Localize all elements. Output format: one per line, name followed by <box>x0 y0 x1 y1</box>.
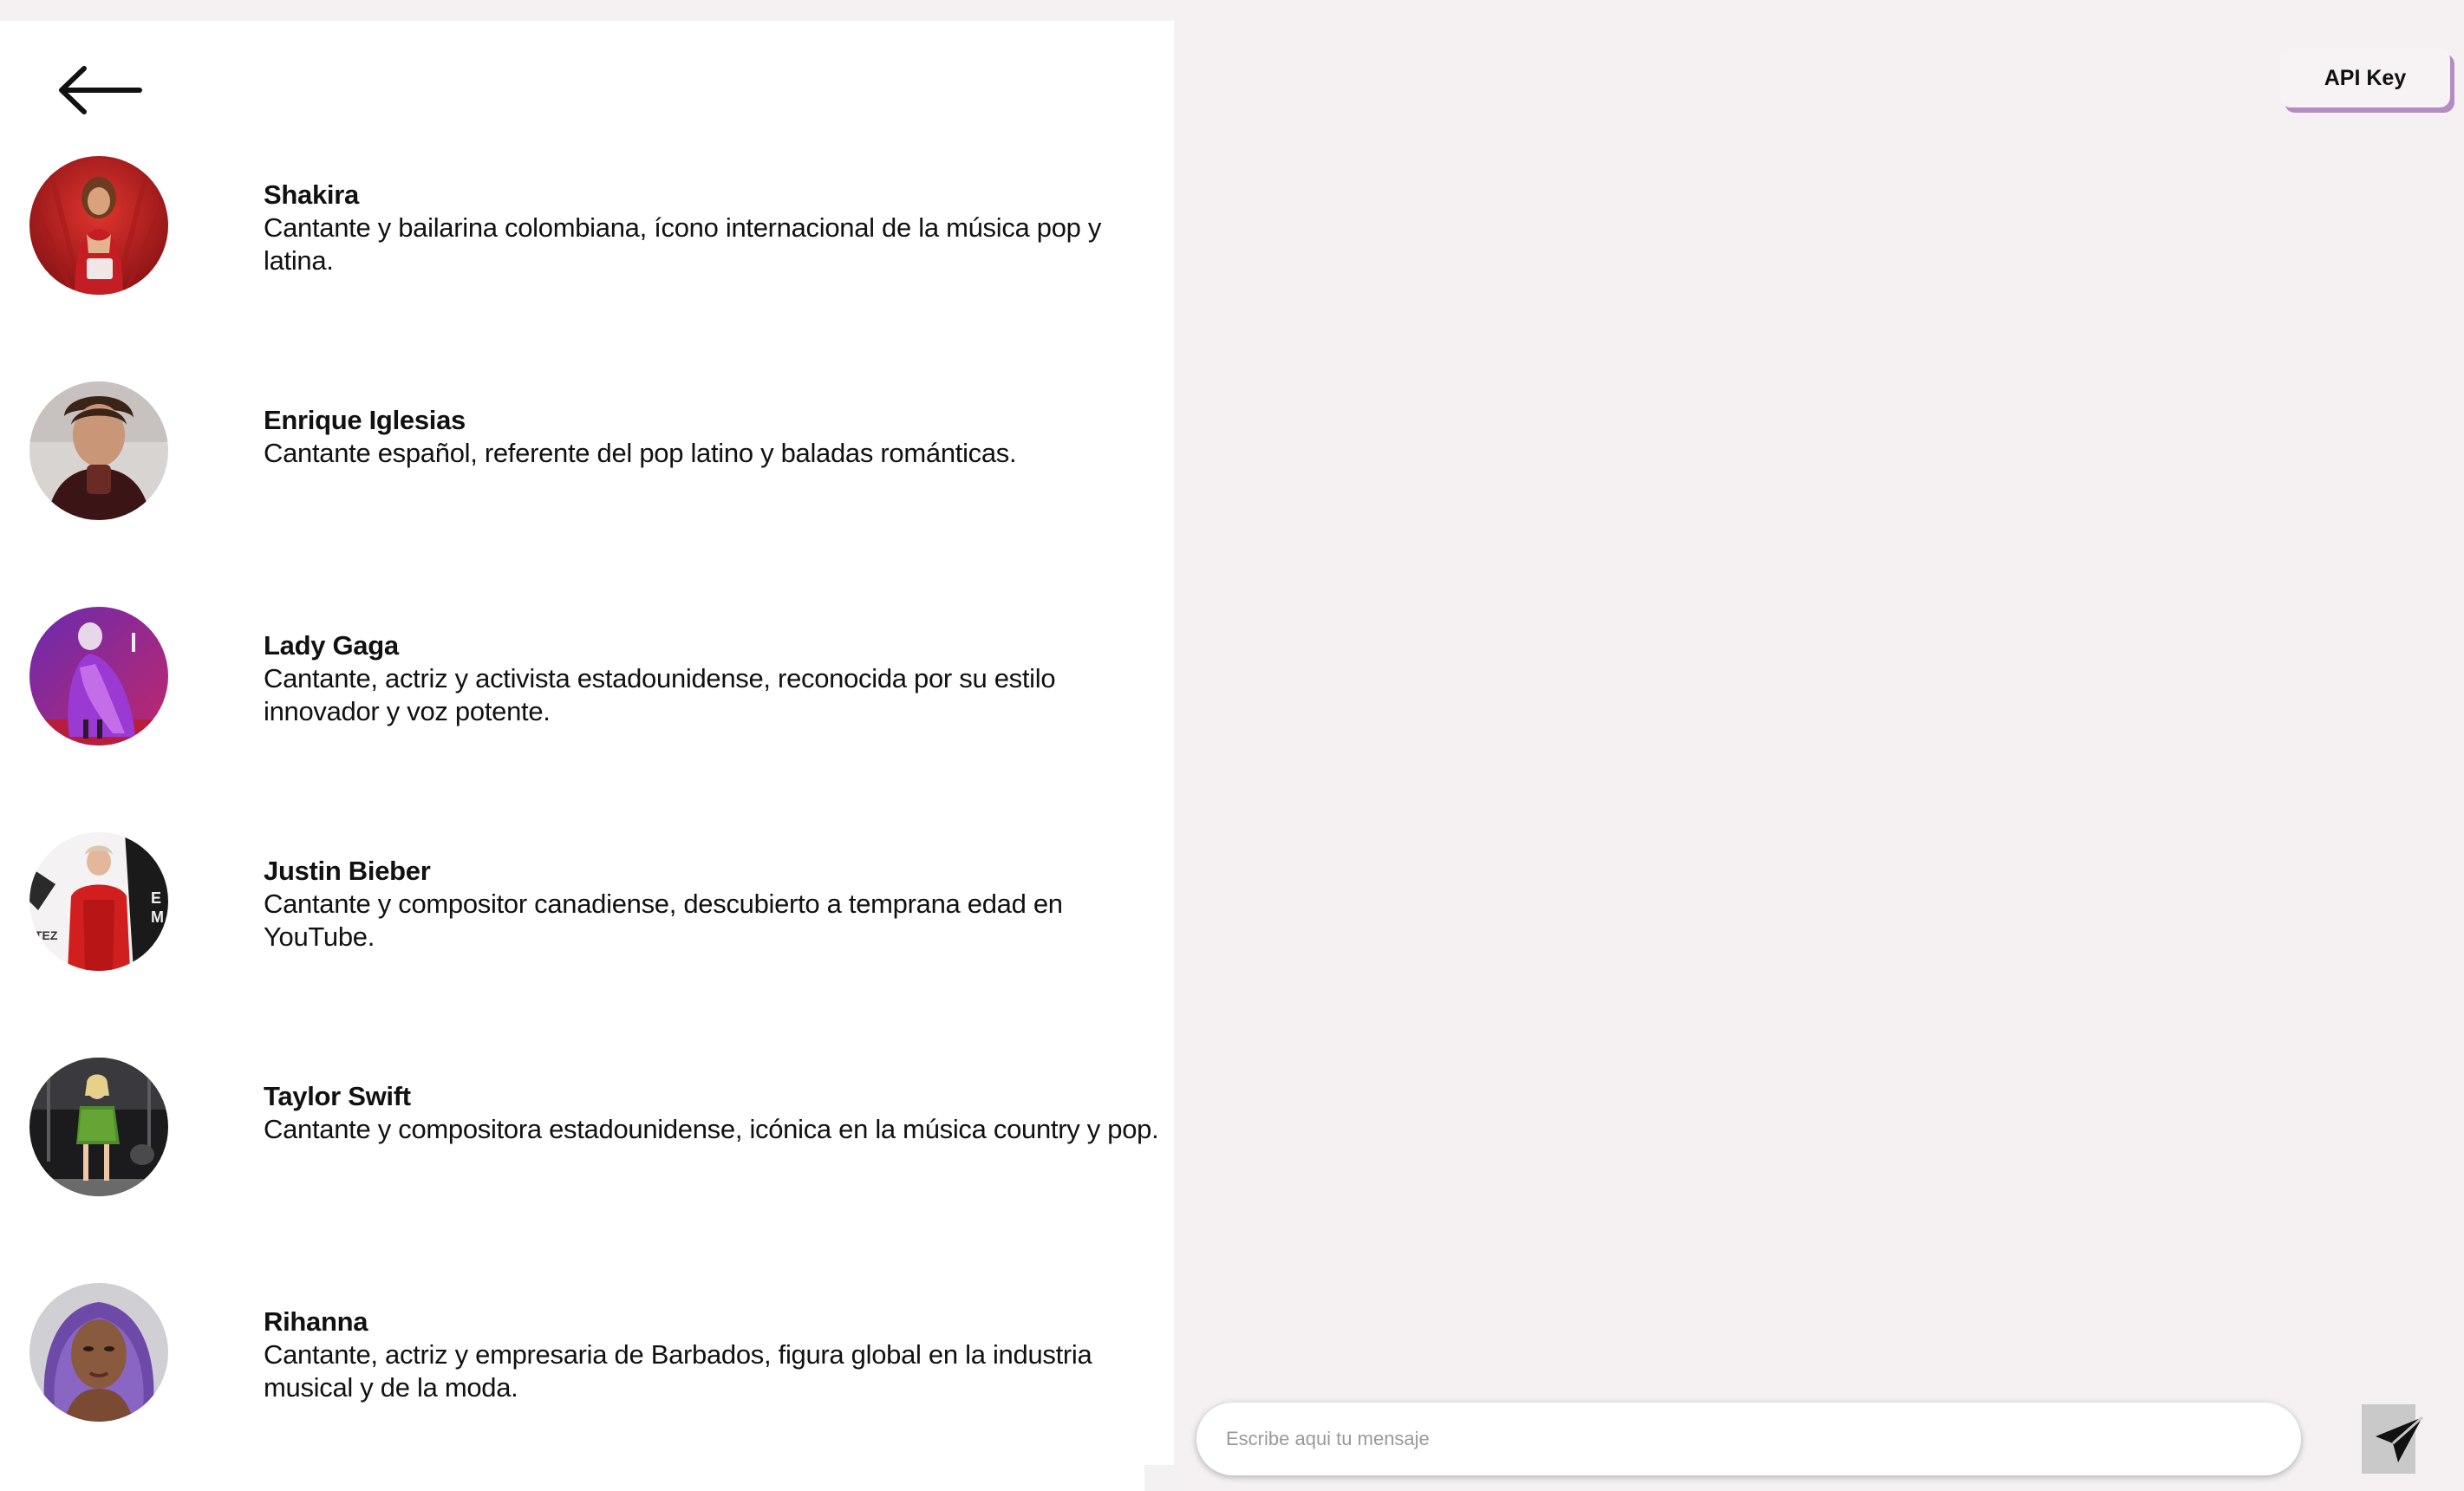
contact-item[interactable]: Shakira Cantante y bailarina colombiana,… <box>0 156 1174 381</box>
contact-description: Cantante, actriz y empresaria de Barbado… <box>264 1339 1092 1403</box>
svg-text:TEZ: TEZ <box>35 928 58 942</box>
contact-info: Lady Gaga Cantante, actriz y activista e… <box>264 629 1174 728</box>
contact-name: Justin Bieber <box>264 856 431 886</box>
contact-info: Rihanna Cantante, actriz y empresaria de… <box>264 1305 1174 1404</box>
message-composer <box>1196 1403 2301 1475</box>
api-key-button[interactable]: API Key <box>2280 49 2450 107</box>
avatar <box>29 381 168 520</box>
panel-edge <box>1144 1465 1174 1491</box>
app: Shakira Cantante y bailarina colombiana,… <box>0 0 2464 1491</box>
back-button[interactable] <box>52 55 147 125</box>
contact-description: Cantante y compositor canadiense, descub… <box>264 889 1063 952</box>
avatar <box>29 1058 168 1196</box>
contact-name: Enrique Iglesias <box>264 405 466 435</box>
svg-text:M: M <box>151 908 164 926</box>
avatar <box>29 1283 168 1422</box>
contact-name: Rihanna <box>264 1306 368 1337</box>
send-button[interactable] <box>2362 1404 2423 1474</box>
contact-info: Shakira Cantante y bailarina colombiana,… <box>264 179 1174 277</box>
contact-info: Taylor Swift Cantante y compositora esta… <box>264 1080 1174 1146</box>
contact-description: Cantante, actriz y activista estadounide… <box>264 663 1056 726</box>
contact-info: Justin Bieber Cantante y compositor cana… <box>264 855 1174 954</box>
contacts-panel: Shakira Cantante y bailarina colombiana,… <box>0 21 1174 1491</box>
message-input[interactable] <box>1224 1427 2268 1451</box>
avatar <box>29 156 168 295</box>
contact-item[interactable]: E M TEZ Justin Bieber Cantante y composi… <box>0 832 1174 1058</box>
contact-list: Shakira Cantante y bailarina colombiana,… <box>0 156 1174 1491</box>
paper-plane-icon <box>2376 1416 2423 1462</box>
arrow-left-icon <box>59 66 142 114</box>
contact-description: Cantante español, referente del pop lati… <box>264 438 1017 468</box>
contact-item[interactable]: Enrique Iglesias Cantante español, refer… <box>0 381 1174 607</box>
contact-name: Shakira <box>264 179 359 210</box>
contact-info: Enrique Iglesias Cantante español, refer… <box>264 404 1174 470</box>
avatar <box>29 607 168 746</box>
contact-item[interactable]: Lady Gaga Cantante, actriz y activista e… <box>0 607 1174 832</box>
contact-description: Cantante y bailarina colombiana, ícono i… <box>264 212 1102 276</box>
avatar: E M TEZ <box>29 832 168 971</box>
contact-name: Taylor Swift <box>264 1081 411 1111</box>
contact-description: Cantante y compositora estadounidense, i… <box>264 1114 1159 1144</box>
contact-item[interactable]: Rihanna Cantante, actriz y empresaria de… <box>0 1283 1174 1491</box>
svg-text:E: E <box>151 889 161 907</box>
contact-name: Lady Gaga <box>264 630 399 661</box>
contact-item[interactable]: Taylor Swift Cantante y compositora esta… <box>0 1058 1174 1283</box>
